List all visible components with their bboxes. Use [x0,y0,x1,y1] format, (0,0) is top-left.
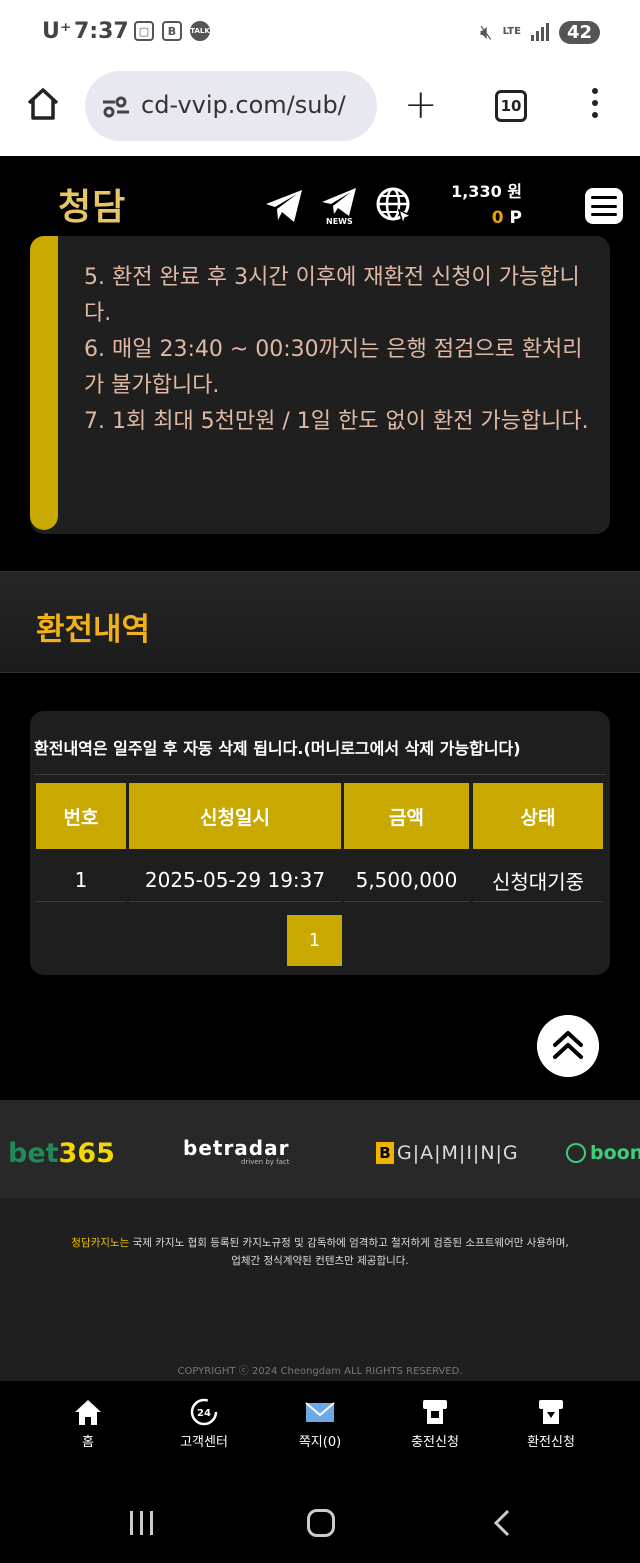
telegram-news-icon[interactable]: NEWS [320,186,360,226]
new-tab-button[interactable]: + [404,85,438,125]
notice-lines: 5. 환전 완료 후 3시간 이후에 재환전 신청이 가능합니다. 6. 매일 … [84,260,594,440]
recent-apps-button[interactable] [130,1511,153,1535]
column-header-amount: 금액 [344,783,469,849]
row-status: 신청대기중 [492,869,584,894]
row-divider [129,901,341,902]
status-bar: U⁺ 7:37 ▢ B TALK 🔇︎ LTE 42 [0,0,640,66]
notification-icons: ▢ B TALK [134,21,210,41]
system-navigation [0,1473,640,1563]
home-icon [75,1400,101,1425]
hamburger-menu-icon[interactable] [585,188,623,224]
column-header-date: 신청일시 [129,783,341,849]
lte-icon: LTE [502,26,521,37]
nav-deposit[interactable]: 충전신청 [385,1397,485,1450]
address-bar[interactable]: cd-vvip.com/sub/ [85,71,377,141]
exchange-history-card: 환전내역은 일주일 후 자동 삭제 됩니다.(머니로그에서 삭제 가능합니다) … [30,711,610,975]
system-home-button[interactable] [307,1509,335,1537]
row-amount: 5,500,000 [355,868,458,892]
envelope-icon [305,1402,335,1422]
deposit-icon [423,1400,447,1424]
balance-display: 1,330 원 0 P [450,178,522,228]
telegram-icon[interactable] [264,186,304,226]
column-header-number: 번호 [36,783,126,849]
nav-support[interactable]: 24 고객센터 [154,1397,254,1450]
mute-icon: 🔇︎ [479,20,493,44]
points-unit: P [509,208,522,228]
clock: 7:37 [74,19,129,44]
column-header-status: 상태 [473,783,603,849]
browser-menu-icon[interactable] [592,88,598,118]
site-logo[interactable]: 청담 [58,178,126,230]
row-divider [473,901,603,902]
copyright: COPYRIGHT ⓒ 2024 Cheongdam ALL RIGHTS RE… [177,1366,463,1377]
nav-home[interactable]: 홈 [38,1397,138,1450]
divider [34,774,606,775]
footer-brand: 청담카지노는 [71,1237,130,1249]
back-icon[interactable] [492,1509,512,1537]
news-label: NEWS [326,217,353,226]
withdraw-icon [539,1400,563,1424]
notice-line: 6. 매일 23:40 ~ 00:30까지는 은행 점검으로 환처리가 불가합니… [84,337,583,398]
exchange-notice: 5. 환전 완료 후 3시간 이후에 재환전 신청이 가능합니다. 6. 매일 … [30,236,610,534]
home-icon[interactable] [26,86,60,122]
section-title: 환전내역 [36,612,151,648]
bet365-logo: bet365 [8,1138,115,1169]
site-footer: 청담카지노는 국제 카지노 협회 등록된 카지노규정 및 감독하에 엄격하고 철… [0,1198,640,1381]
section-header: 환전내역 [0,571,640,673]
row-divider [344,901,469,902]
points-balance: 0 P [450,208,522,228]
row-number: 1 [74,868,88,892]
tab-switcher-button[interactable]: 10 [495,90,527,122]
support-24-icon: 24 [190,1398,218,1426]
screenshot-icon: ▢ [134,21,154,41]
footer-description: 청담카지노는 국제 카지노 협회 등록된 카지노규정 및 감독하에 엄격하고 철… [71,1237,569,1267]
carrier-label: U⁺ [42,19,72,44]
bottom-nav: 홈 24 고객센터 쪽지(0) 충전신청 환전신청 [0,1381,640,1473]
url-text[interactable]: cd-vvip.com/sub/ [141,91,367,119]
booongo-logo: boon [566,1142,640,1164]
provider-logos: bet365 betradar driven by fact B G|A|M|I|… [0,1100,640,1198]
row-date: 2025-05-29 19:37 [144,868,326,892]
battery-indicator: 42 [558,20,600,44]
money-balance: 1,330 원 [451,182,522,201]
betradar-logo: betradar driven by fact [183,1136,290,1166]
svg-text:24: 24 [197,1408,211,1419]
notice-line: 7. 1회 최대 5천만원 / 1일 한도 없이 환전 가능합니다. [84,409,589,434]
system-indicators: 🔇︎ LTE 42 [480,20,600,44]
notice-accent-bar [30,236,58,530]
talk-icon: TALK [190,21,210,41]
scroll-top-icon[interactable] [537,1015,599,1077]
page-button[interactable]: 1 [287,915,342,966]
points-value: 0 [491,208,504,228]
signal-icon [530,23,549,41]
globe-icon[interactable] [375,186,415,226]
notice-line: 5. 환전 완료 후 3시간 이후에 재환전 신청이 가능합니다. [84,265,580,326]
site-settings-icon[interactable] [101,96,131,118]
history-notice: 환전내역은 일주일 후 자동 삭제 됩니다.(머니로그에서 삭제 가능합니다) [34,739,521,758]
browser-toolbar: cd-vvip.com/sub/ + 10 [0,66,640,156]
nav-withdraw[interactable]: 환전신청 [501,1397,601,1450]
nav-messages[interactable]: 쪽지(0) [270,1397,370,1450]
bgaming-logo: B G|A|M|I|N|G [376,1142,519,1164]
b-app-icon: B [162,21,182,41]
row-divider [36,901,126,902]
